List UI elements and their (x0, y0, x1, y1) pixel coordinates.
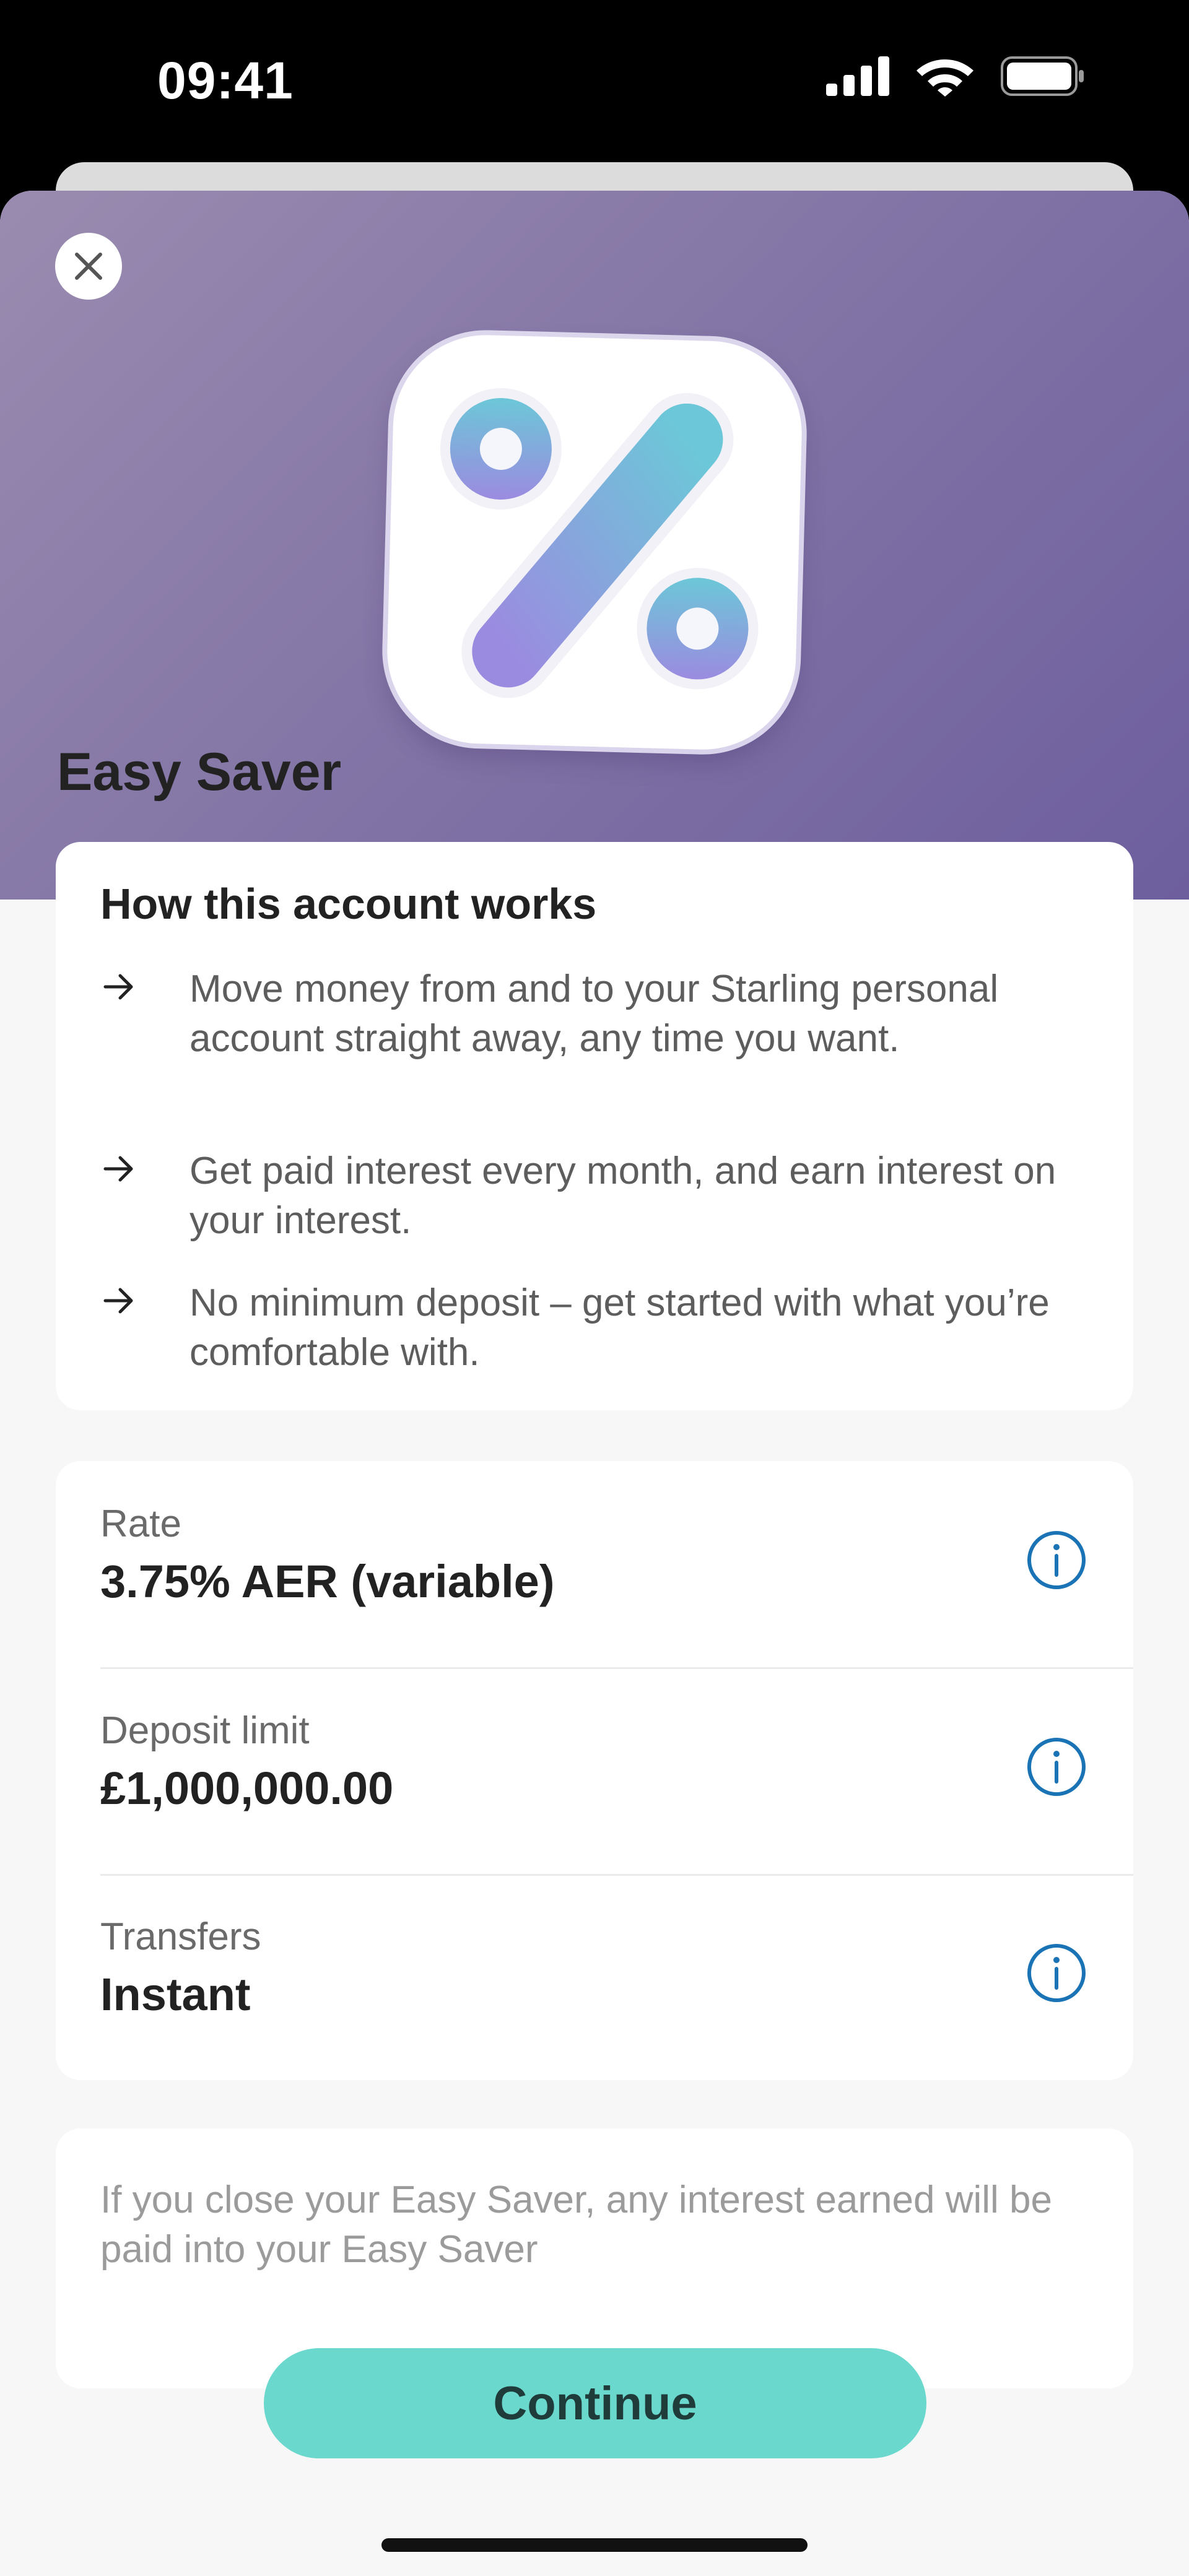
bullet-text: Move money from and to your Starling per… (189, 968, 999, 1060)
close-icon (75, 253, 102, 280)
how-it-works-card: How this account works Move money from a… (56, 842, 1133, 1410)
arrow-right-icon (100, 1147, 189, 1246)
rate-label: Rate (100, 1503, 181, 1545)
status-icons (826, 56, 1084, 97)
info-icon[interactable] (1027, 1737, 1086, 1797)
detail-row-rate: Rate 3.75% AER (variable) (100, 1461, 1133, 1668)
closing-note-text: If you close your Easy Saver, any intere… (100, 2179, 1053, 2271)
percent-icon (385, 332, 804, 752)
rate-value: 3.75% AER (variable) (100, 1556, 555, 1607)
list-item: Get paid interest every month, and earn … (100, 1147, 1091, 1246)
arrow-right-icon (100, 1278, 189, 1377)
list-item: No minimum deposit – get started with wh… (100, 1278, 1091, 1377)
account-details-card: Rate 3.75% AER (variable) Deposit limit … (56, 1461, 1133, 2080)
list-item: Move money from and to your Starling per… (100, 965, 1091, 1064)
transfers-label: Transfers (100, 1915, 261, 1958)
page-title: Easy Saver (57, 742, 342, 802)
deposit-limit-value: £1,000,000.00 (100, 1763, 394, 1814)
bullet-text: Get paid interest every month, and earn … (189, 1150, 1056, 1242)
deposit-limit-label: Deposit limit (100, 1709, 310, 1752)
arrow-right-icon (100, 965, 189, 1064)
transfers-value: Instant (100, 1969, 251, 2020)
info-icon[interactable] (1027, 1943, 1086, 2003)
bullet-text: No minimum deposit – get started with wh… (189, 1281, 1050, 1374)
battery-icon (1001, 56, 1084, 96)
status-bar: 09:41 (0, 0, 1189, 164)
close-button[interactable] (55, 233, 122, 300)
wifi-icon (917, 59, 973, 97)
signal-icon (826, 56, 889, 96)
status-time: 09:41 (157, 51, 294, 110)
detail-row-deposit-limit: Deposit limit £1,000,000.00 (100, 1668, 1133, 1875)
info-icon[interactable] (1027, 1530, 1086, 1590)
continue-button[interactable]: Continue (264, 2348, 926, 2458)
how-it-works-heading: How this account works (100, 880, 597, 928)
home-indicator (381, 2538, 808, 2552)
detail-row-transfers: Transfers Instant (100, 1874, 1133, 2081)
